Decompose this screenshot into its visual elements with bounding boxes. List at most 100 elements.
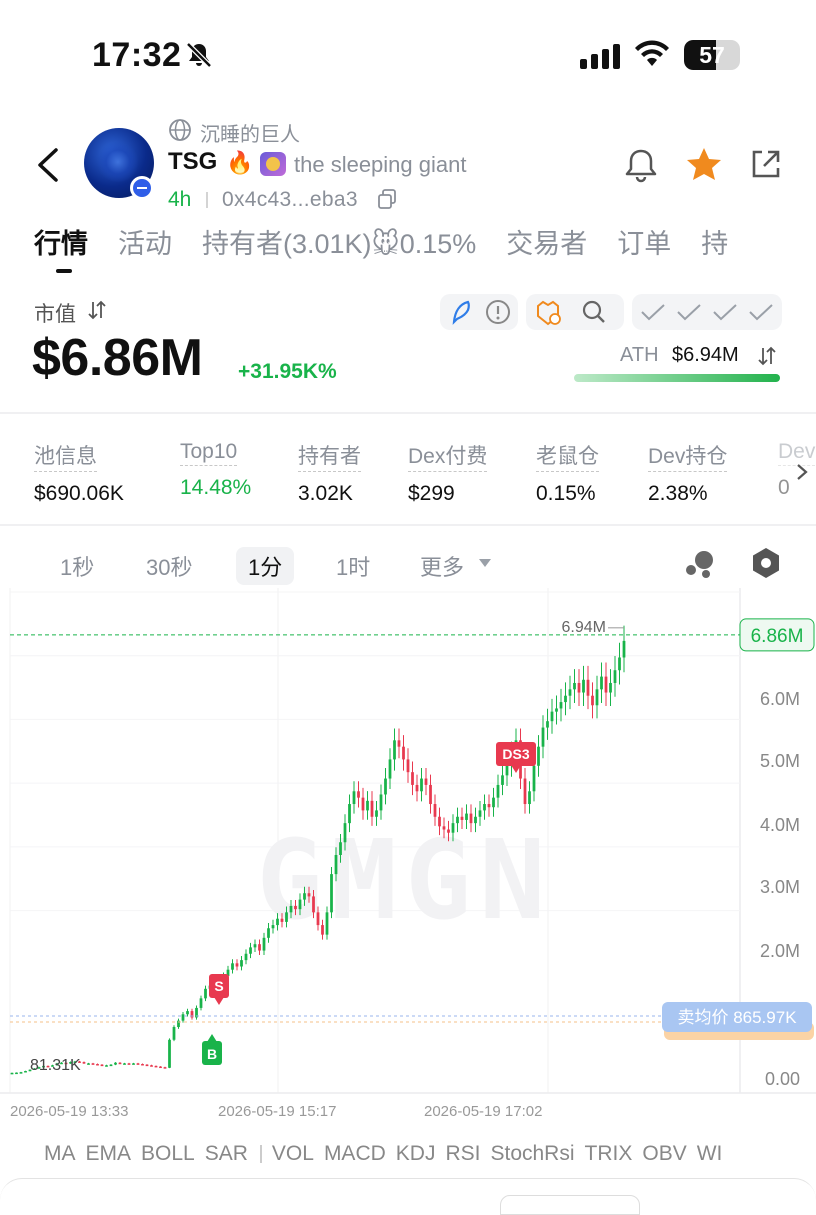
ath-value: $6.94M — [672, 344, 739, 366]
indicator-trix[interactable]: TRIX — [585, 1142, 633, 1165]
stat-top10[interactable]: Top10 14.48% — [180, 440, 251, 500]
chevron-right-icon[interactable] — [792, 462, 812, 482]
candle-body — [321, 925, 324, 935]
stat-value: $690.06K — [34, 482, 124, 505]
indicator-boll[interactable]: BOLL — [141, 1142, 195, 1165]
candle-body — [150, 1065, 153, 1067]
feather-icon[interactable] — [448, 298, 476, 326]
tab-activity[interactable]: 活动 — [118, 222, 172, 261]
indicator-sar[interactable]: SAR — [205, 1142, 248, 1165]
stat-insiders[interactable]: 老鼠仓 0.15% — [536, 440, 599, 506]
tab-orders[interactable]: 订单 — [617, 222, 671, 261]
candle-body — [456, 816, 459, 824]
candle-body — [415, 784, 419, 792]
timeframe-1m[interactable]: 1分 — [236, 547, 295, 585]
indicator-kdj[interactable]: KDJ — [396, 1142, 436, 1165]
tab-traders[interactable]: 交易者 — [506, 222, 587, 261]
candle-body — [393, 740, 396, 760]
share-icon[interactable] — [748, 146, 784, 182]
candle-body — [154, 1065, 158, 1068]
candle-body — [298, 899, 302, 910]
section-divider — [0, 524, 816, 526]
candle-body — [600, 676, 603, 690]
timeframe-30s[interactable]: 30秒 — [146, 550, 192, 582]
candle-body — [96, 1063, 99, 1066]
candle-body — [402, 746, 405, 760]
candle-body — [114, 1062, 117, 1065]
tab-bar: 行情 活动 持有者(3.01K)🐭0.15% 交易者 订单 持 — [34, 222, 758, 261]
candle-body — [487, 804, 491, 808]
indicator-ema[interactable]: EMA — [86, 1142, 132, 1165]
candle-body — [469, 813, 473, 824]
search-icon[interactable] — [580, 298, 608, 326]
timeframe-1h[interactable]: 1时 — [336, 550, 370, 582]
candle-body — [303, 893, 306, 900]
candle-body — [537, 746, 540, 766]
timeframe-1s[interactable]: 1秒 — [60, 550, 94, 582]
status-time: 17:32 — [92, 36, 182, 74]
candle-body — [186, 1011, 189, 1015]
stat-value: $299 — [408, 482, 455, 505]
candle-body — [492, 797, 495, 808]
candle-body — [339, 842, 342, 855]
stat-pool[interactable]: 池信息 $690.06K — [34, 440, 124, 506]
candle-body — [348, 804, 351, 824]
trade-marker-label: B — [207, 1046, 217, 1062]
indicator-bar: MA EMA BOLL SAR VOL MACD KDJ RSI StochRsi TRIX OBV… — [44, 1142, 732, 1166]
cellular-signal-icon — [580, 44, 620, 69]
candle-body — [555, 708, 558, 712]
trade-marker-label: S — [214, 978, 223, 994]
candle-body — [132, 1063, 135, 1065]
favorite-star-icon[interactable] — [684, 144, 724, 184]
price-chart[interactable]: GMGN7.0M6.0M5.0M4.0M3.0M2.0M0.002026-05-… — [0, 588, 816, 1128]
candle-body — [420, 778, 423, 792]
indicator-macd[interactable]: MACD — [324, 1142, 386, 1165]
tab-market[interactable]: 行情 — [34, 222, 88, 261]
candle-body — [100, 1064, 104, 1067]
candle-body — [505, 765, 509, 776]
caret-down-icon[interactable] — [478, 558, 492, 568]
info-alert-icon[interactable] — [484, 298, 512, 326]
candle-body — [370, 800, 374, 817]
tab-positions[interactable]: 持 — [701, 222, 728, 261]
indicator-obv[interactable]: OBV — [642, 1142, 686, 1165]
tab-holders[interactable]: 持有者(3.01K)🐭0.15% — [202, 222, 476, 261]
copy-icon[interactable] — [376, 188, 398, 210]
bell-icon[interactable] — [622, 146, 660, 184]
market-cap-value: $6.86M — [32, 329, 203, 387]
battery-icon: 57 — [684, 40, 740, 70]
stat-dex-paid[interactable]: Dex付费 $299 — [408, 440, 488, 506]
indicator-ma[interactable]: MA — [44, 1142, 76, 1165]
candle-body — [618, 657, 621, 671]
timeframe-more[interactable]: 更多 — [420, 550, 464, 582]
avg-sell-label: 卖均价 865.97K — [677, 1008, 797, 1027]
candle-body — [240, 960, 243, 967]
bottom-sheet-tab[interactable] — [500, 1195, 640, 1215]
token-age: 4h — [168, 188, 192, 211]
stat-value: 14.48% — [180, 476, 252, 499]
indicator-rsi[interactable]: RSI — [445, 1142, 480, 1165]
stat-label: Dex付费 — [408, 440, 488, 472]
indicator-wr[interactable]: WI — [697, 1142, 723, 1165]
stat-dev-holding[interactable]: Dev持仓 2.38% — [648, 440, 728, 506]
back-arrow-icon[interactable] — [34, 146, 62, 184]
ath-label: ATH — [620, 344, 659, 366]
candle-body — [204, 988, 207, 999]
low-label: 81.31K — [30, 1057, 81, 1074]
stat-value: 3.02K — [298, 482, 353, 505]
candle-body — [411, 772, 414, 785]
indicator-stochrsi[interactable]: StochRsi — [490, 1142, 574, 1165]
contract-address[interactable]: 0x4c43...eba3 — [222, 188, 358, 212]
bubble-map-icon[interactable] — [682, 548, 716, 580]
wifi-icon — [635, 40, 669, 66]
indicator-vol[interactable]: VOL — [272, 1142, 314, 1165]
candle-body — [163, 1067, 167, 1069]
token-full-name: the sleeping giant — [294, 152, 467, 177]
rug-check-icon[interactable] — [534, 298, 562, 326]
settings-hex-icon[interactable] — [750, 546, 782, 580]
stat-holders[interactable]: 持有者 3.02K — [298, 440, 361, 506]
stat-label: 老鼠仓 — [536, 440, 599, 472]
indicator-divider — [259, 1145, 262, 1164]
sort-icon[interactable] — [88, 300, 106, 320]
ath-sort-icon[interactable] — [758, 346, 776, 366]
